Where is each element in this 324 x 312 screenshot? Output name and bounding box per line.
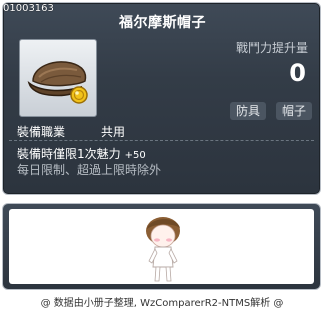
item-tooltip: 01003163 福尔摩斯帽子 戰鬥力提升量 0 防具 帽子 裝備職業 共用 裝… [2, 2, 321, 195]
category-tag-armor: 防具 [230, 102, 267, 120]
avatar-preview-canvas [9, 209, 314, 284]
charm-bonus: +50 [124, 150, 146, 161]
detective-cap-icon [27, 61, 88, 104]
item-icon-frame [19, 39, 97, 117]
description-text: 裝備時僅限1次魅力 [17, 147, 121, 161]
combat-power-label: 戰鬥力提升量 [235, 41, 308, 55]
required-job-value: 共用 [101, 125, 126, 139]
credit-footer: @ 数据由小册子整理, WzComparerR2-NTMS解析 @ [40, 298, 284, 309]
required-job-label: 裝備職業 [17, 125, 66, 139]
item-description-line2: 每日限制、超過上限時除外 [17, 163, 162, 177]
item-name: 福尔摩斯帽子 [119, 15, 206, 31]
category-tag-hat: 帽子 [276, 102, 313, 120]
combat-power-value: 0 [289, 59, 306, 87]
avatar-preview-panel [2, 203, 321, 290]
item-description-line1: 裝備時僅限1次魅力 +50 [17, 145, 146, 162]
section-divider [9, 140, 314, 141]
character-avatar-icon [146, 217, 180, 282]
